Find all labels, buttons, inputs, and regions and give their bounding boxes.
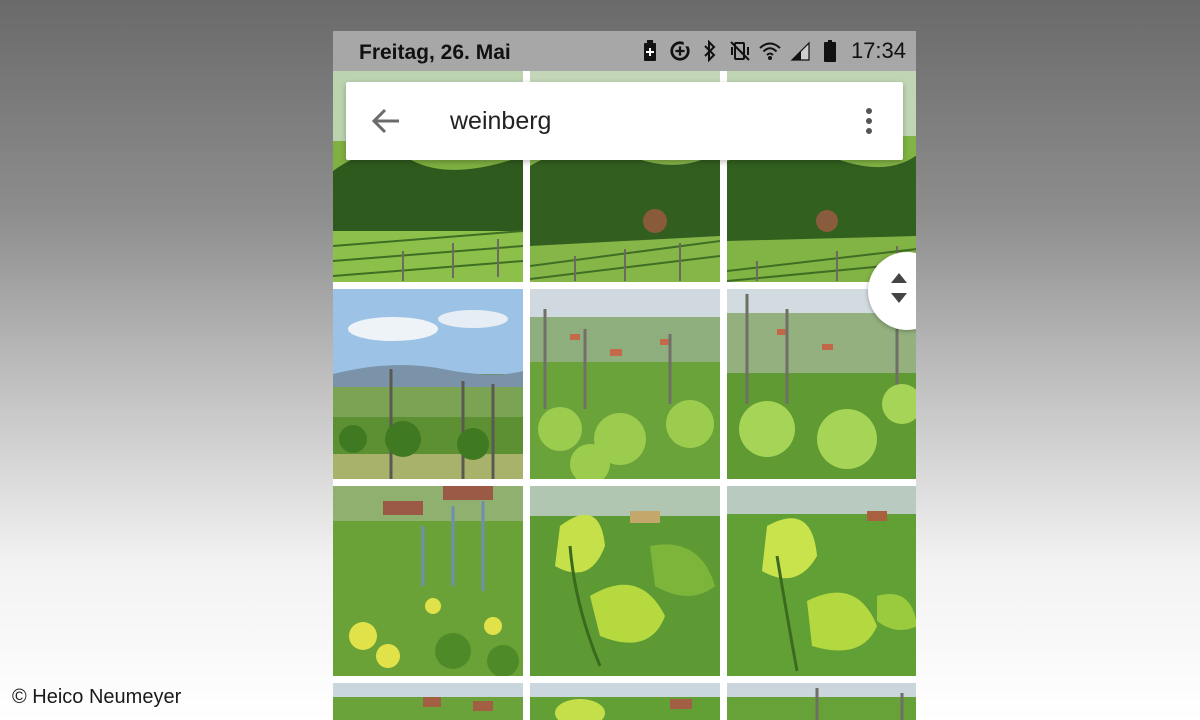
status-time: 17:34 — [850, 38, 906, 63]
photo-thumbnail[interactable] — [727, 486, 916, 676]
data-saver-icon — [669, 38, 691, 64]
fast-scroll-icon — [891, 273, 907, 303]
bluetooth-icon — [699, 38, 721, 64]
search-input[interactable] — [450, 100, 830, 142]
photo-thumbnail[interactable] — [333, 486, 523, 676]
photo-thumbnail[interactable] — [333, 289, 523, 479]
status-date: Freitag, 26. Mai — [359, 41, 511, 64]
wifi-icon — [759, 38, 781, 64]
more-vert-icon — [866, 108, 872, 134]
photo-thumbnail[interactable] — [530, 289, 720, 479]
search-bar — [346, 82, 903, 160]
search-results-grid — [333, 71, 916, 720]
more-options-button[interactable] — [851, 101, 887, 141]
copyright-watermark: © Heico Neumeyer — [12, 686, 182, 708]
back-button[interactable] — [366, 101, 406, 141]
vibrate-icon — [729, 38, 751, 64]
arrow-back-icon — [371, 108, 399, 134]
signal-icon — [789, 38, 811, 64]
photo-thumbnail[interactable] — [333, 683, 523, 720]
phone-screen: Freitag, 26. Mai 17:34 — [333, 31, 916, 720]
photo-thumbnail[interactable] — [530, 683, 720, 720]
status-bar: Freitag, 26. Mai 17:34 — [333, 31, 916, 71]
photo-thumbnail[interactable] — [727, 683, 916, 720]
battery-saver-icon — [639, 38, 661, 64]
photo-thumbnail[interactable] — [530, 486, 720, 676]
status-icons: 17:34 — [639, 37, 906, 65]
battery-icon — [819, 38, 841, 64]
